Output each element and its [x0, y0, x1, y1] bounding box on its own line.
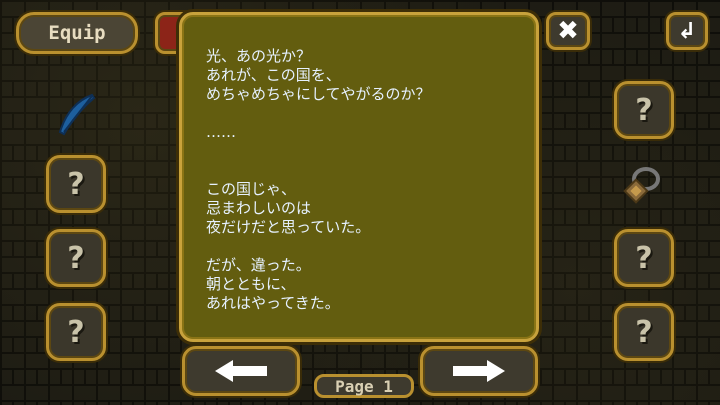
dialog-line: 光、あの光か？	[206, 47, 312, 65]
slot-locked[interactable]: ?	[614, 303, 674, 361]
question-mark: ?	[67, 166, 85, 202]
dialog-line: あれはやってきた。	[206, 294, 340, 312]
question-mark: ?	[67, 240, 85, 276]
dialog-line: 忌まわしいのは	[206, 199, 312, 217]
slot-locked[interactable]: ?	[614, 81, 674, 139]
question-mark: ?	[67, 314, 85, 350]
blue-feather-icon[interactable]	[56, 92, 98, 140]
dialog-text: 光、あの光か？ あれが、この国を、 めちゃめちゃにしてやがるのか？ …… この国じゃ…	[206, 47, 518, 313]
dialog-line	[206, 104, 518, 123]
question-mark: ?	[635, 92, 653, 128]
dialog-line	[206, 161, 518, 180]
dialog-line	[206, 237, 518, 256]
question-mark: ?	[635, 240, 653, 276]
equip-button[interactable]: Equip	[16, 12, 138, 54]
close-button[interactable]: ✖	[546, 12, 590, 50]
slot-locked[interactable]: ?	[46, 229, 106, 287]
prev-page-button[interactable]	[182, 346, 300, 396]
dialog-line	[206, 142, 518, 161]
arrow-left-icon	[215, 360, 267, 382]
slot-locked[interactable]: ?	[46, 303, 106, 361]
return-button[interactable]: ↲	[666, 12, 708, 50]
dialog-line: だが、違った。	[206, 256, 311, 274]
slot-locked[interactable]: ?	[46, 155, 106, 213]
return-icon: ↲	[677, 18, 697, 44]
dialog-line: ……	[206, 123, 236, 141]
dialog-line: めちゃめちゃにしてやがるのか？	[206, 85, 431, 103]
dialog-line: あれが、この国を、	[206, 66, 341, 84]
dialog-line: この国じゃ、	[206, 180, 297, 198]
question-mark: ?	[635, 314, 653, 350]
close-icon: ✖	[557, 16, 579, 46]
dialog-line: 朝とともに、	[206, 275, 296, 293]
ring-icon[interactable]	[620, 163, 664, 211]
slot-locked[interactable]: ?	[614, 229, 674, 287]
arrow-right-icon	[453, 360, 505, 382]
dialog-box: 光、あの光か？ あれが、この国を、 めちゃめちゃにしてやがるのか？ …… この国じゃ…	[179, 12, 539, 342]
page-indicator: Page 1	[314, 374, 414, 398]
dialog-line: 夜だけだと思っていた。	[206, 218, 371, 236]
next-page-button[interactable]	[420, 346, 538, 396]
